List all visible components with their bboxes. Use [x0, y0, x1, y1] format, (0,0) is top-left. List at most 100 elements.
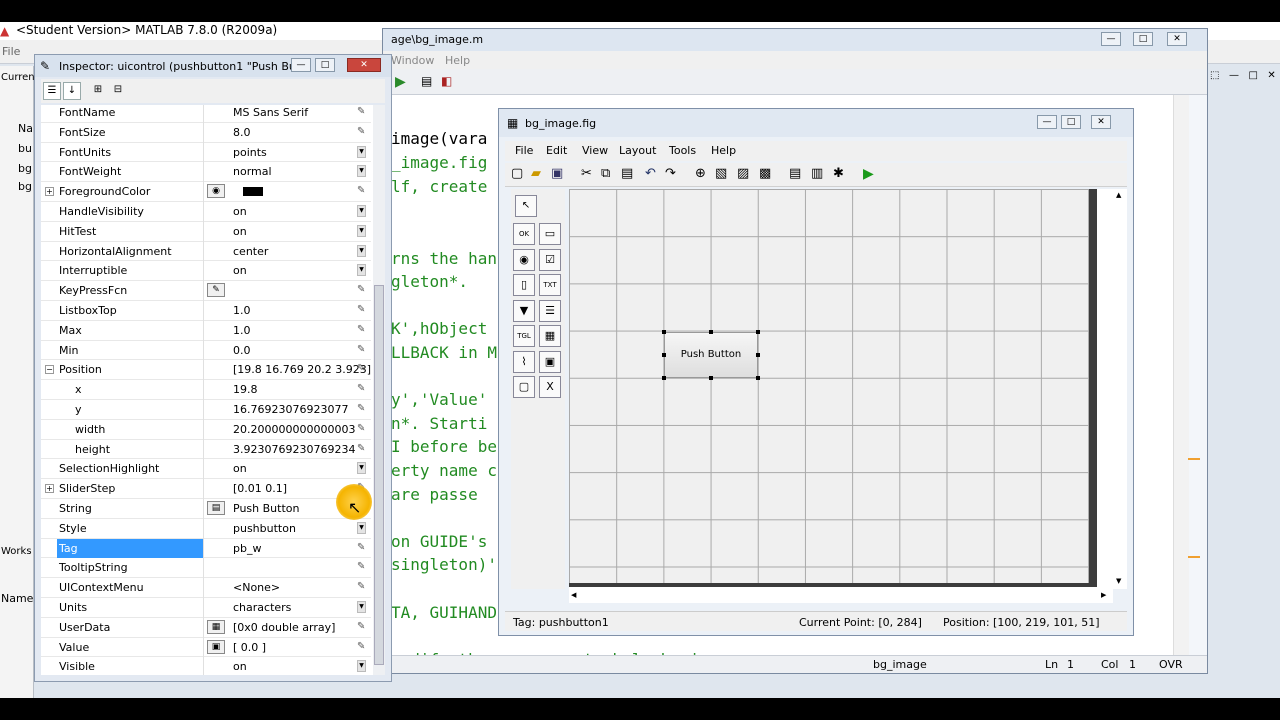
property-row-hittest[interactable]: HitTest on ▼: [41, 221, 371, 242]
dropdown-arrow-icon[interactable]: ▼: [357, 264, 366, 277]
property-editor-button-icon[interactable]: ▤: [207, 501, 225, 515]
property-value[interactable]: pb_w: [233, 542, 261, 555]
property-value[interactable]: on: [233, 660, 247, 673]
push-button-component[interactable]: Push Button: [664, 332, 758, 378]
property-row-string[interactable]: String▤Push Button✎: [41, 499, 371, 519]
property-row-keypressfcn[interactable]: KeyPressFcn ✎ ✎: [41, 281, 371, 301]
copy-icon[interactable]: ⧉: [601, 166, 610, 181]
resize-handle[interactable]: [662, 330, 666, 334]
palette-table-icon[interactable]: ▦: [539, 325, 561, 347]
object-browser-icon[interactable]: ✱: [833, 166, 844, 181]
property-value[interactable]: 20.200000000000003: [233, 423, 355, 436]
property-value[interactable]: 3.9230769230769234: [233, 443, 355, 456]
dropdown-arrow-icon[interactable]: ▼: [357, 660, 366, 673]
collapse-icon[interactable]: −: [45, 365, 54, 375]
resize-handle[interactable]: [709, 330, 713, 334]
layout-vertical-scrollbar[interactable]: ▲ ▼: [1113, 189, 1127, 589]
property-editor-button-icon[interactable]: ▣: [207, 639, 225, 654]
property-row-visible[interactable]: Visible on ▼: [41, 657, 371, 675]
edit-pencil-icon[interactable]: ✎: [357, 324, 365, 335]
toolbar-editor-icon[interactable]: ▩: [759, 166, 771, 181]
palette-activex-icon[interactable]: X: [539, 376, 561, 398]
edit-pencil-icon[interactable]: ✎: [357, 126, 365, 137]
property-editor-button-icon[interactable]: ◉: [207, 184, 225, 199]
open-folder-icon[interactable]: ▰: [531, 166, 541, 181]
edit-pencil-icon[interactable]: ✎: [357, 185, 365, 196]
minimize-icon[interactable]: —: [1229, 70, 1239, 81]
inspector-maximize-button[interactable]: □: [315, 58, 335, 72]
guide-menu-help[interactable]: Help: [711, 144, 736, 157]
property-row-width[interactable]: width 20.200000000000003 ✎: [41, 419, 371, 440]
property-row-value[interactable]: Value ▣ [ 0.0 ] ✎: [41, 637, 371, 658]
edit-pencil-icon[interactable]: ✎: [357, 344, 365, 355]
mfile-editor-icon[interactable]: ▤: [789, 166, 801, 181]
property-value[interactable]: on: [233, 225, 247, 238]
property-value[interactable]: pushbutton: [233, 522, 296, 535]
property-value[interactable]: points: [233, 146, 267, 159]
guide-menu-view[interactable]: View: [582, 144, 608, 157]
run-figure-icon[interactable]: ▶: [863, 166, 874, 182]
property-row-handlevisibility[interactable]: HandleVisibility on ▼: [41, 202, 371, 222]
property-row-y[interactable]: y 16.76923076923077 ✎: [41, 400, 371, 420]
guide-close-button[interactable]: ✕: [1091, 115, 1111, 129]
dropdown-arrow-icon[interactable]: ▼: [357, 462, 366, 475]
resize-handle[interactable]: [662, 353, 666, 357]
edit-pencil-icon[interactable]: ✎: [357, 561, 365, 572]
palette-slider-icon[interactable]: ▭: [539, 223, 561, 245]
property-row-position[interactable]: − Position [19.8 16.769 20.2 3.923] ✎: [41, 360, 371, 381]
palette-OK-icon[interactable]: OK: [513, 223, 535, 245]
edit-pencil-icon[interactable]: ✎: [357, 621, 365, 632]
dropdown-arrow-icon[interactable]: ▼: [357, 601, 366, 613]
guide-maximize-button[interactable]: □: [1061, 115, 1081, 129]
edit-pencil-icon[interactable]: ✎: [357, 304, 365, 315]
resize-handle[interactable]: [709, 376, 713, 380]
edit-pencil-icon[interactable]: ✎: [357, 106, 365, 117]
inspector-minimize-button[interactable]: —: [291, 58, 311, 72]
property-row-style[interactable]: Style pushbutton ▼: [41, 518, 371, 539]
property-value[interactable]: normal: [233, 165, 272, 178]
property-row-foregroundcolor[interactable]: + ForegroundColor ◉ ✎: [41, 182, 371, 202]
warning-marker[interactable]: [1188, 556, 1200, 558]
dropdown-arrow-icon[interactable]: ▼: [357, 244, 366, 257]
guide-menu-file[interactable]: File: [515, 144, 533, 157]
property-table-scrollbar[interactable]: [373, 105, 385, 675]
palette-popup-icon[interactable]: ▼: [513, 299, 535, 322]
property-row-uicontextmenu[interactable]: UIContextMenu <None> ✎: [41, 578, 371, 598]
scrollbar-thumb[interactable]: [374, 285, 384, 665]
property-row-userdata[interactable]: UserData ▦ [0x0 double array] ✎: [41, 617, 371, 638]
property-row-units[interactable]: Units characters ▼: [41, 598, 371, 618]
redo-icon[interactable]: ↷: [665, 166, 676, 181]
property-row-interruptible[interactable]: Interruptible on ▼: [41, 261, 371, 282]
edit-pencil-icon[interactable]: ✎: [357, 363, 365, 374]
property-row-sliderstep[interactable]: +SliderStep[0.01 0.1]✎: [41, 479, 371, 499]
paste-icon[interactable]: ▤: [621, 166, 633, 181]
guide-menu-layout[interactable]: Layout: [619, 144, 656, 157]
document-icon[interactable]: ▤: [421, 74, 432, 88]
property-value[interactable]: 1.0: [233, 304, 251, 317]
palette-edit-icon[interactable]: ▯: [513, 274, 535, 296]
current-folder-tab[interactable]: Curren: [1, 72, 35, 83]
select-tool-icon[interactable]: ↖: [515, 195, 537, 217]
dropdown-arrow-icon[interactable]: ▼: [357, 521, 366, 534]
categorized-view-icon[interactable]: ☰: [43, 82, 61, 100]
save-icon[interactable]: ▣: [551, 166, 563, 181]
scroll-up-icon[interactable]: ▲: [1116, 191, 1121, 199]
property-value[interactable]: <None>: [233, 581, 280, 594]
property-value[interactable]: 16.76923076923077: [233, 403, 348, 416]
expand-icon[interactable]: +: [45, 484, 54, 494]
property-value[interactable]: [0x0 double array]: [233, 621, 335, 634]
property-editor-button-icon[interactable]: ✎: [207, 283, 225, 298]
property-row-height[interactable]: height 3.9230769230769234 ✎: [41, 439, 371, 460]
property-row-horizontalalignment[interactable]: HorizontalAlignment center ▼: [41, 241, 371, 262]
workspace-tab[interactable]: Works: [1, 546, 32, 557]
close-icon[interactable]: ✕: [1267, 70, 1275, 81]
matlab-menu-file[interactable]: File: [2, 45, 20, 58]
property-value[interactable]: 0.0: [233, 344, 251, 357]
editor-minimize-button[interactable]: —: [1101, 32, 1121, 46]
editor-menu-window[interactable]: Window: [391, 54, 434, 67]
property-row-tag[interactable]: Tag pb_w ✎: [41, 538, 371, 559]
cut-icon[interactable]: ✂: [581, 166, 592, 181]
undock-icon[interactable]: ⬚: [1210, 70, 1219, 81]
scroll-right-icon[interactable]: ▶: [1101, 591, 1106, 599]
collapse-all-icon[interactable]: ⊟: [109, 82, 127, 100]
